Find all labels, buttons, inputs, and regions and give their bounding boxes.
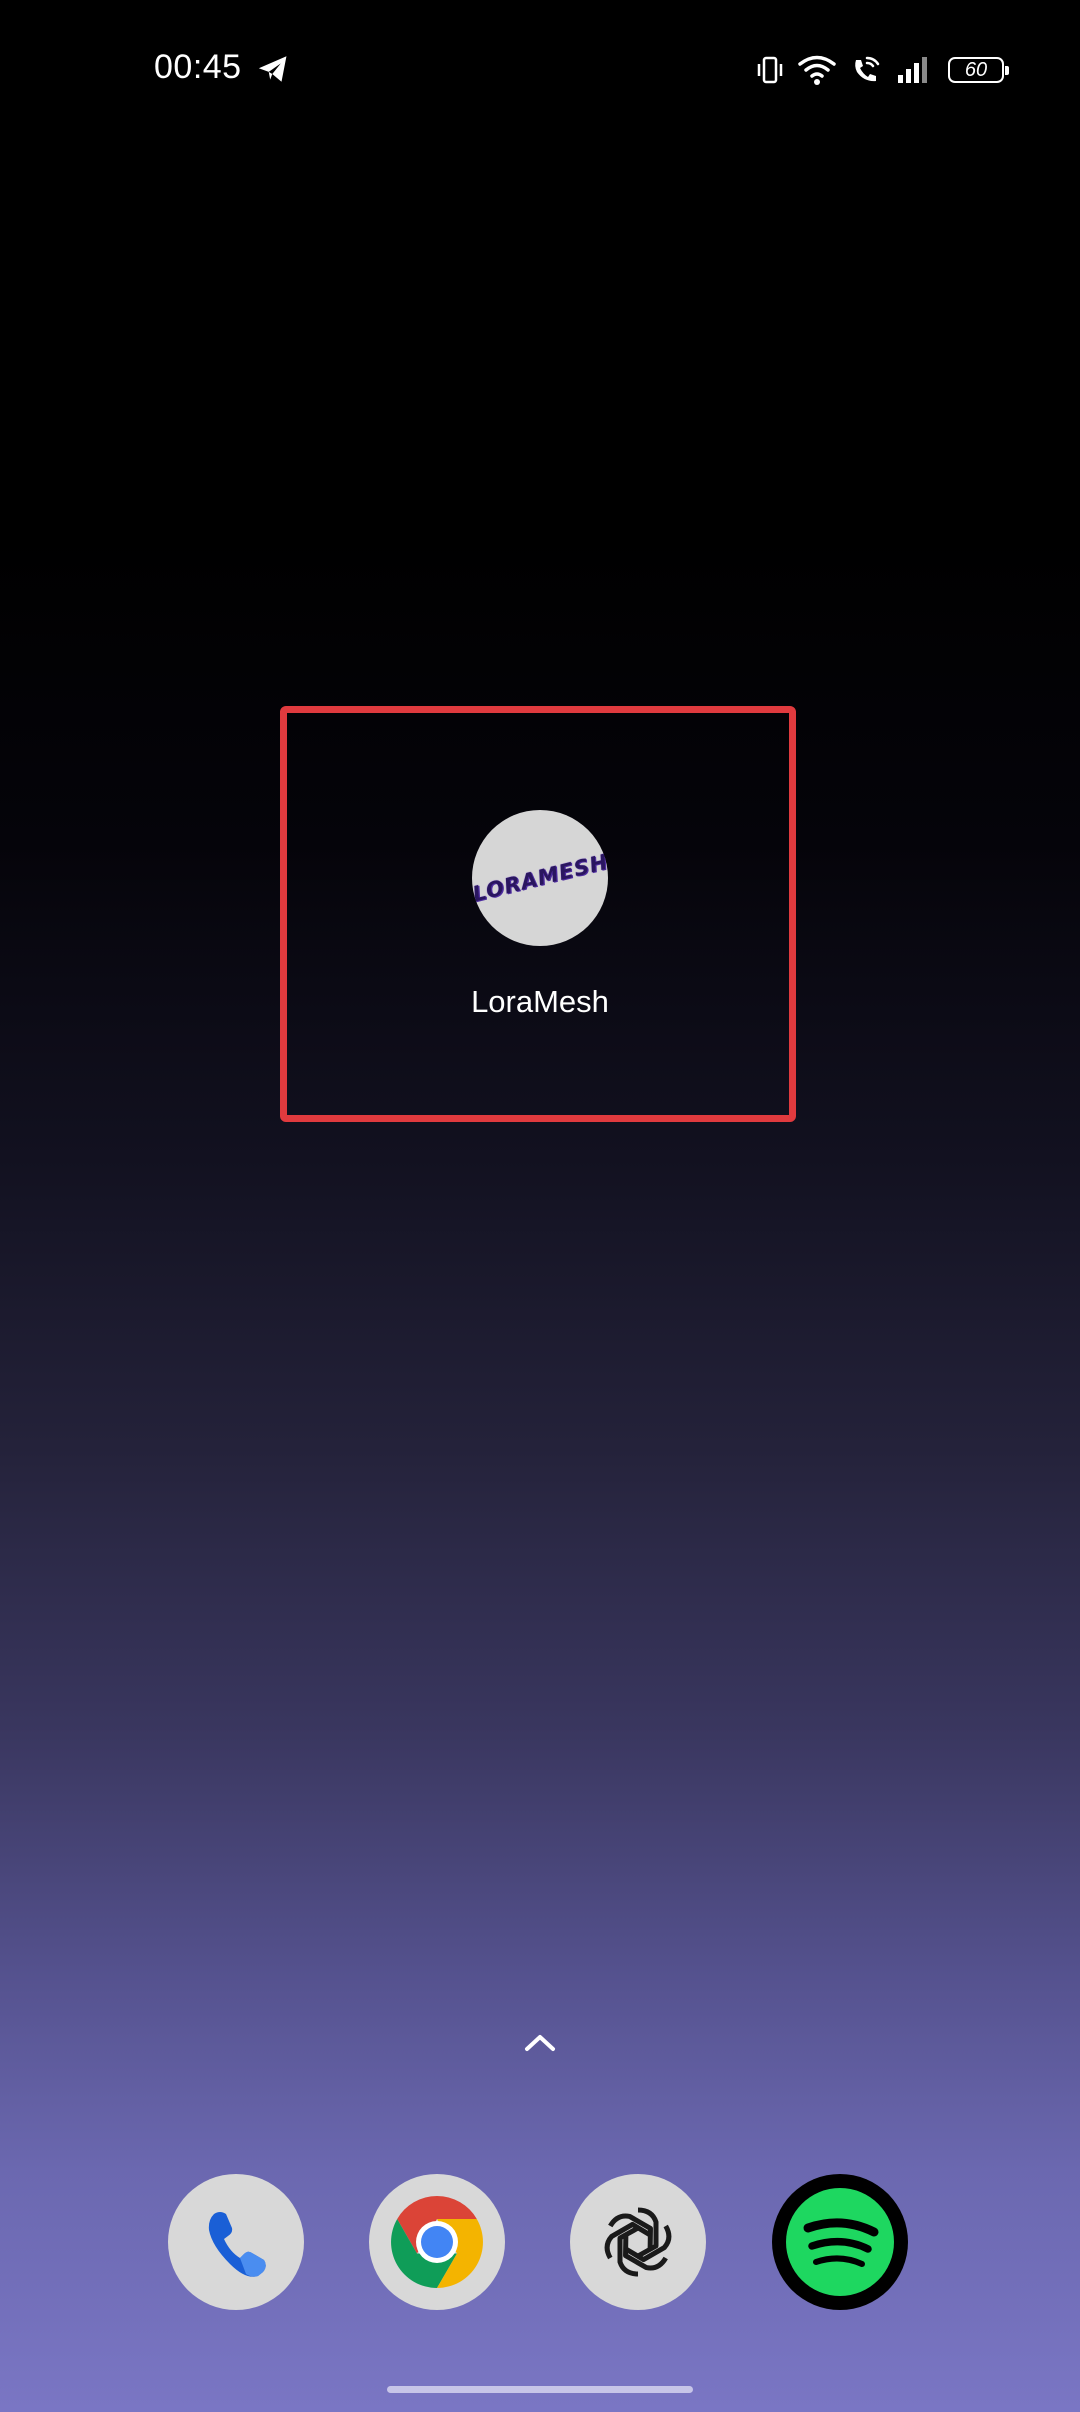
spotify-icon — [786, 2188, 894, 2296]
wifi-icon — [798, 54, 836, 86]
dock-app-chrome[interactable] — [369, 2174, 505, 2310]
chatgpt-icon — [604, 2207, 672, 2277]
battery-icon: 60 — [948, 57, 1009, 83]
phone-icon — [208, 2212, 266, 2277]
chrome-icon — [391, 2196, 483, 2288]
loramesh-logo: LORAMESH — [472, 849, 608, 907]
battery-level: 60 — [964, 59, 988, 81]
chevron-up-icon[interactable] — [523, 2030, 557, 2054]
status-time: 00:45 — [154, 48, 242, 86]
app-label: LoraMesh — [471, 984, 609, 1019]
loramesh-icon[interactable]: LORAMESH — [472, 810, 608, 946]
dock-app-phone[interactable] — [168, 2174, 304, 2310]
dock-app-chatgpt[interactable] — [570, 2174, 706, 2310]
wifi-calling-icon — [850, 54, 882, 86]
status-bar: 00:45 60 — [0, 0, 1080, 140]
status-icons: 60 — [756, 50, 1009, 90]
cellular-signal-icon — [896, 55, 930, 85]
gesture-navigation-bar[interactable] — [387, 2386, 693, 2393]
dock-app-spotify[interactable] — [772, 2174, 908, 2310]
vibrate-icon — [756, 55, 784, 85]
telegram-icon — [258, 56, 287, 82]
loramesh-app-shortcut[interactable]: LORAMESH LoraMesh — [420, 810, 660, 1020]
dock — [168, 2174, 910, 2310]
